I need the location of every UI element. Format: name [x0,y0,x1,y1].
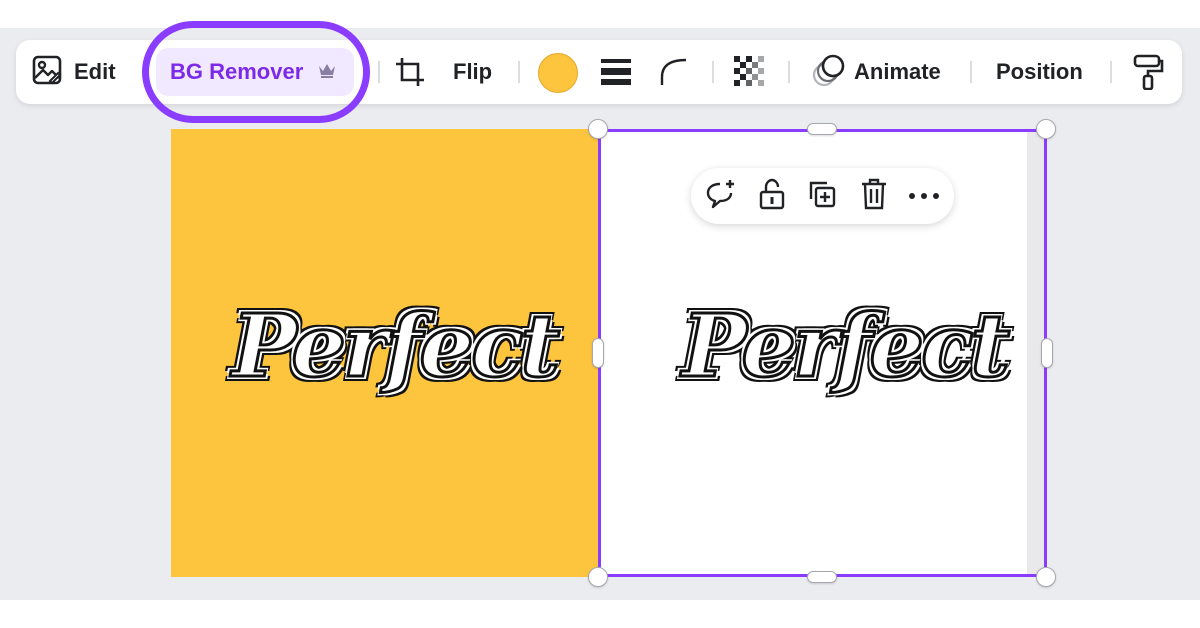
delete-button[interactable] [857,178,891,215]
animate-label: Animate [854,59,941,84]
line-weight-button[interactable] [600,57,632,92]
bottom-band [0,600,1200,628]
resize-handle-top-right[interactable] [1036,119,1056,139]
perfect-text-original: Perfect [230,295,561,399]
lock-icon [758,178,786,215]
edit-label: Edit [74,59,116,84]
resize-handle-bottom-right[interactable] [1036,567,1056,587]
add-comment-icon [706,179,738,214]
perfect-text-bg-removed: Perfect [680,295,1011,399]
flip-button[interactable]: Flip [453,54,492,90]
bg-remover-label: BG Remover [170,59,304,84]
separator [788,61,790,83]
animate-button[interactable]: Animate [812,54,941,90]
element-context-menu [691,168,954,224]
edit-button[interactable]: Edit [32,54,116,90]
top-band [0,0,1200,28]
duplicate-button[interactable] [805,180,839,212]
resize-handle-top[interactable] [807,123,837,135]
separator [1110,61,1112,83]
separator [712,61,714,83]
more-options-button[interactable] [907,180,941,212]
separator [970,61,972,83]
more-icon [908,187,940,205]
corner-rounding-button[interactable] [660,57,690,92]
resize-handle-bottom-left[interactable] [588,567,608,587]
separator [518,61,520,83]
crown-icon [317,61,337,84]
copy-style-button[interactable] [1132,54,1164,95]
crop-icon [394,56,426,93]
resize-handle-bottom[interactable] [807,571,837,583]
line-weight-icon [600,57,632,92]
crop-button[interactable] [394,56,426,93]
resize-handle-right[interactable] [1041,338,1053,368]
resize-handle-top-left[interactable] [588,119,608,139]
transparency-button[interactable] [734,56,766,93]
toolbar: Edit BG Remover Flip Animate Position [16,21,1182,123]
separator [378,61,380,83]
paint-roller-icon [1132,54,1164,95]
flip-label: Flip [453,59,493,84]
transparency-icon [734,56,766,93]
edit-image-icon [32,55,62,90]
lock-button[interactable] [755,178,789,215]
resize-handle-left[interactable] [592,338,604,368]
color-swatch[interactable] [538,53,578,93]
position-label: Position [996,59,1083,84]
corner-rounding-icon [660,57,690,92]
position-button[interactable]: Position [996,54,1083,90]
add-comment-button[interactable] [705,179,739,214]
animate-icon [812,53,846,92]
delete-icon [860,178,888,215]
duplicate-icon [807,179,837,214]
bg-remover-button[interactable]: BG Remover [156,48,354,96]
